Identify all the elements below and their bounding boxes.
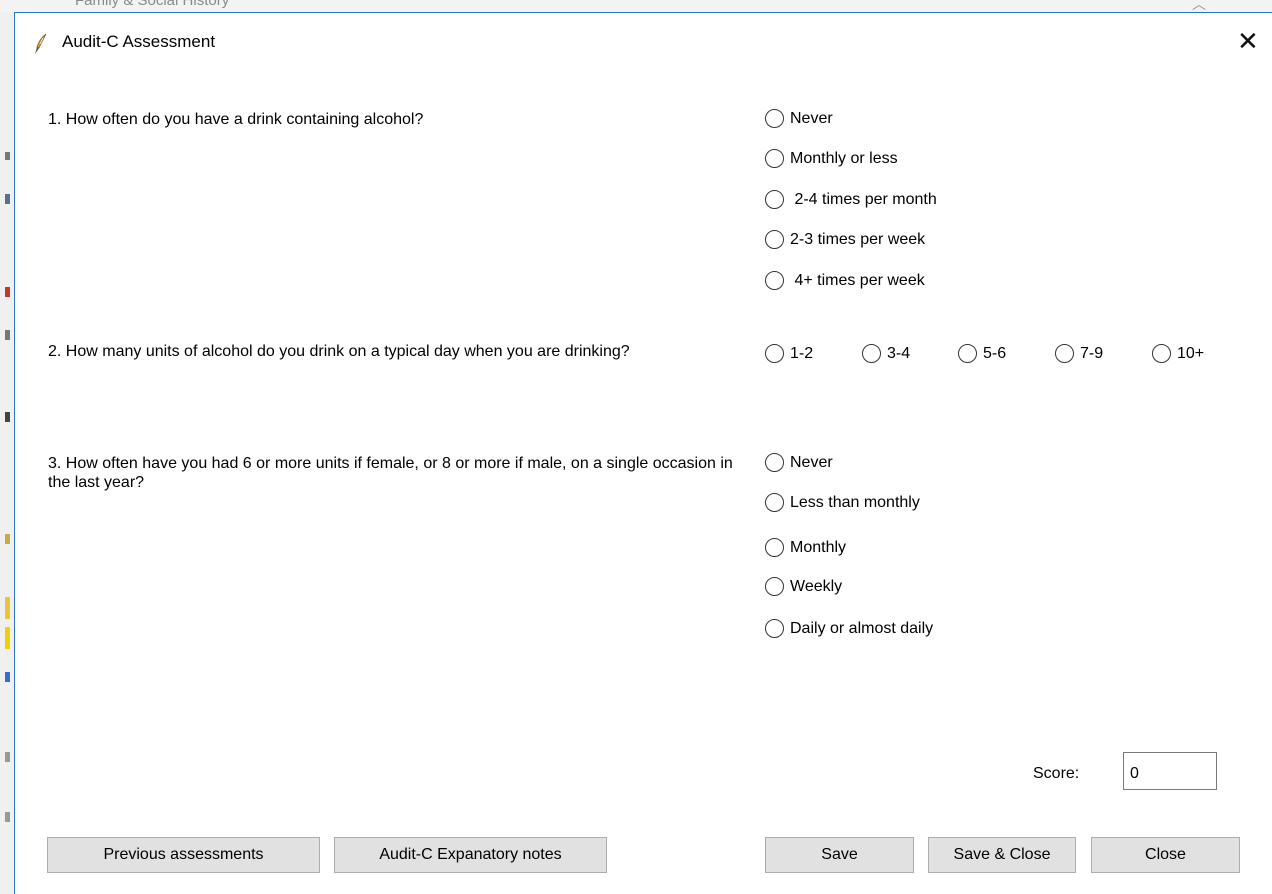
question-3-text: 3. How often have you had 6 or more unit… <box>48 455 733 491</box>
radio-label: Daily or almost daily <box>790 619 934 637</box>
save-button[interactable]: Save <box>765 837 914 873</box>
background-window-header: Family & Social History ︿ <box>0 0 1272 12</box>
q2-option-1-2[interactable]: 1-2 <box>765 344 813 363</box>
radio-label: Never <box>790 453 833 471</box>
radio-circle[interactable] <box>958 344 977 363</box>
radio-label: 4+ times per week <box>790 271 925 289</box>
q2-option-7-9[interactable]: 7-9 <box>1055 344 1103 363</box>
radio-circle[interactable] <box>765 230 784 249</box>
radio-circle[interactable] <box>765 190 784 209</box>
radio-circle[interactable] <box>765 149 784 168</box>
radio-circle[interactable] <box>765 619 784 638</box>
radio-label: Less than monthly <box>790 493 920 511</box>
save-and-close-button[interactable]: Save & Close <box>928 837 1076 873</box>
q3-option-less-than-monthly[interactable]: Less than monthly <box>765 493 920 512</box>
q1-option-never[interactable]: Never <box>765 109 833 128</box>
radio-circle[interactable] <box>765 577 784 596</box>
q1-option-4-plus-per-week[interactable]: 4+ times per week <box>765 271 925 290</box>
feather-pen-icon <box>33 33 49 55</box>
question-2-text: 2. How many units of alcohol do you drin… <box>48 343 630 360</box>
question-1-text: 1. How often do you have a drink contain… <box>48 111 424 128</box>
score-field[interactable]: 0 <box>1123 752 1217 790</box>
radio-label: 3-4 <box>887 344 911 362</box>
background-window-left-edge <box>0 12 14 894</box>
radio-circle[interactable] <box>765 344 784 363</box>
previous-assessments-button[interactable]: Previous assessments <box>47 837 320 873</box>
radio-label: 2-3 times per week <box>790 230 926 248</box>
radio-circle[interactable] <box>1152 344 1171 363</box>
radio-label: 5-6 <box>983 344 1007 362</box>
radio-circle[interactable] <box>765 493 784 512</box>
dialog-titlebar: Audit-C Assessment ✕ <box>15 13 1272 75</box>
background-window-title: Family & Social History <box>75 0 230 9</box>
q2-option-10-plus[interactable]: 10+ <box>1152 344 1204 363</box>
q3-option-daily[interactable]: Daily or almost daily <box>765 619 933 638</box>
radio-circle[interactable] <box>1055 344 1074 363</box>
radio-label: Never <box>790 109 833 127</box>
close-icon[interactable]: ✕ <box>1237 28 1259 54</box>
q3-option-never[interactable]: Never <box>765 453 833 472</box>
score-label: Score: <box>1033 765 1080 782</box>
q1-option-2-3-per-week[interactable]: 2-3 times per week <box>765 230 925 249</box>
radio-circle[interactable] <box>765 453 784 472</box>
radio-label: 7-9 <box>1080 344 1104 362</box>
collapse-chevron-icon: ︿ <box>1192 0 1206 12</box>
q1-option-2-4-per-month[interactable]: 2-4 times per month <box>765 190 937 209</box>
q3-option-monthly[interactable]: Monthly <box>765 538 846 557</box>
audit-c-dialog: Audit-C Assessment ✕ 1. How often do you… <box>14 12 1272 894</box>
explanatory-notes-button[interactable]: Audit-C Expanatory notes <box>334 837 607 873</box>
radio-label: Monthly <box>790 538 847 556</box>
radio-label: 1-2 <box>790 344 814 362</box>
close-button[interactable]: Close <box>1091 837 1240 873</box>
q3-option-weekly[interactable]: Weekly <box>765 577 842 596</box>
q1-option-monthly-or-less[interactable]: Monthly or less <box>765 149 898 168</box>
q2-option-5-6[interactable]: 5-6 <box>958 344 1006 363</box>
radio-label: 10+ <box>1177 344 1205 362</box>
q2-option-3-4[interactable]: 3-4 <box>862 344 910 363</box>
radio-circle[interactable] <box>765 271 784 290</box>
dialog-title: Audit-C Assessment <box>62 32 216 51</box>
radio-label: Weekly <box>790 577 843 595</box>
radio-label: 2-4 times per month <box>790 190 937 208</box>
radio-label: Monthly or less <box>790 149 898 167</box>
radio-circle[interactable] <box>765 109 784 128</box>
radio-circle[interactable] <box>862 344 881 363</box>
radio-circle[interactable] <box>765 538 784 557</box>
